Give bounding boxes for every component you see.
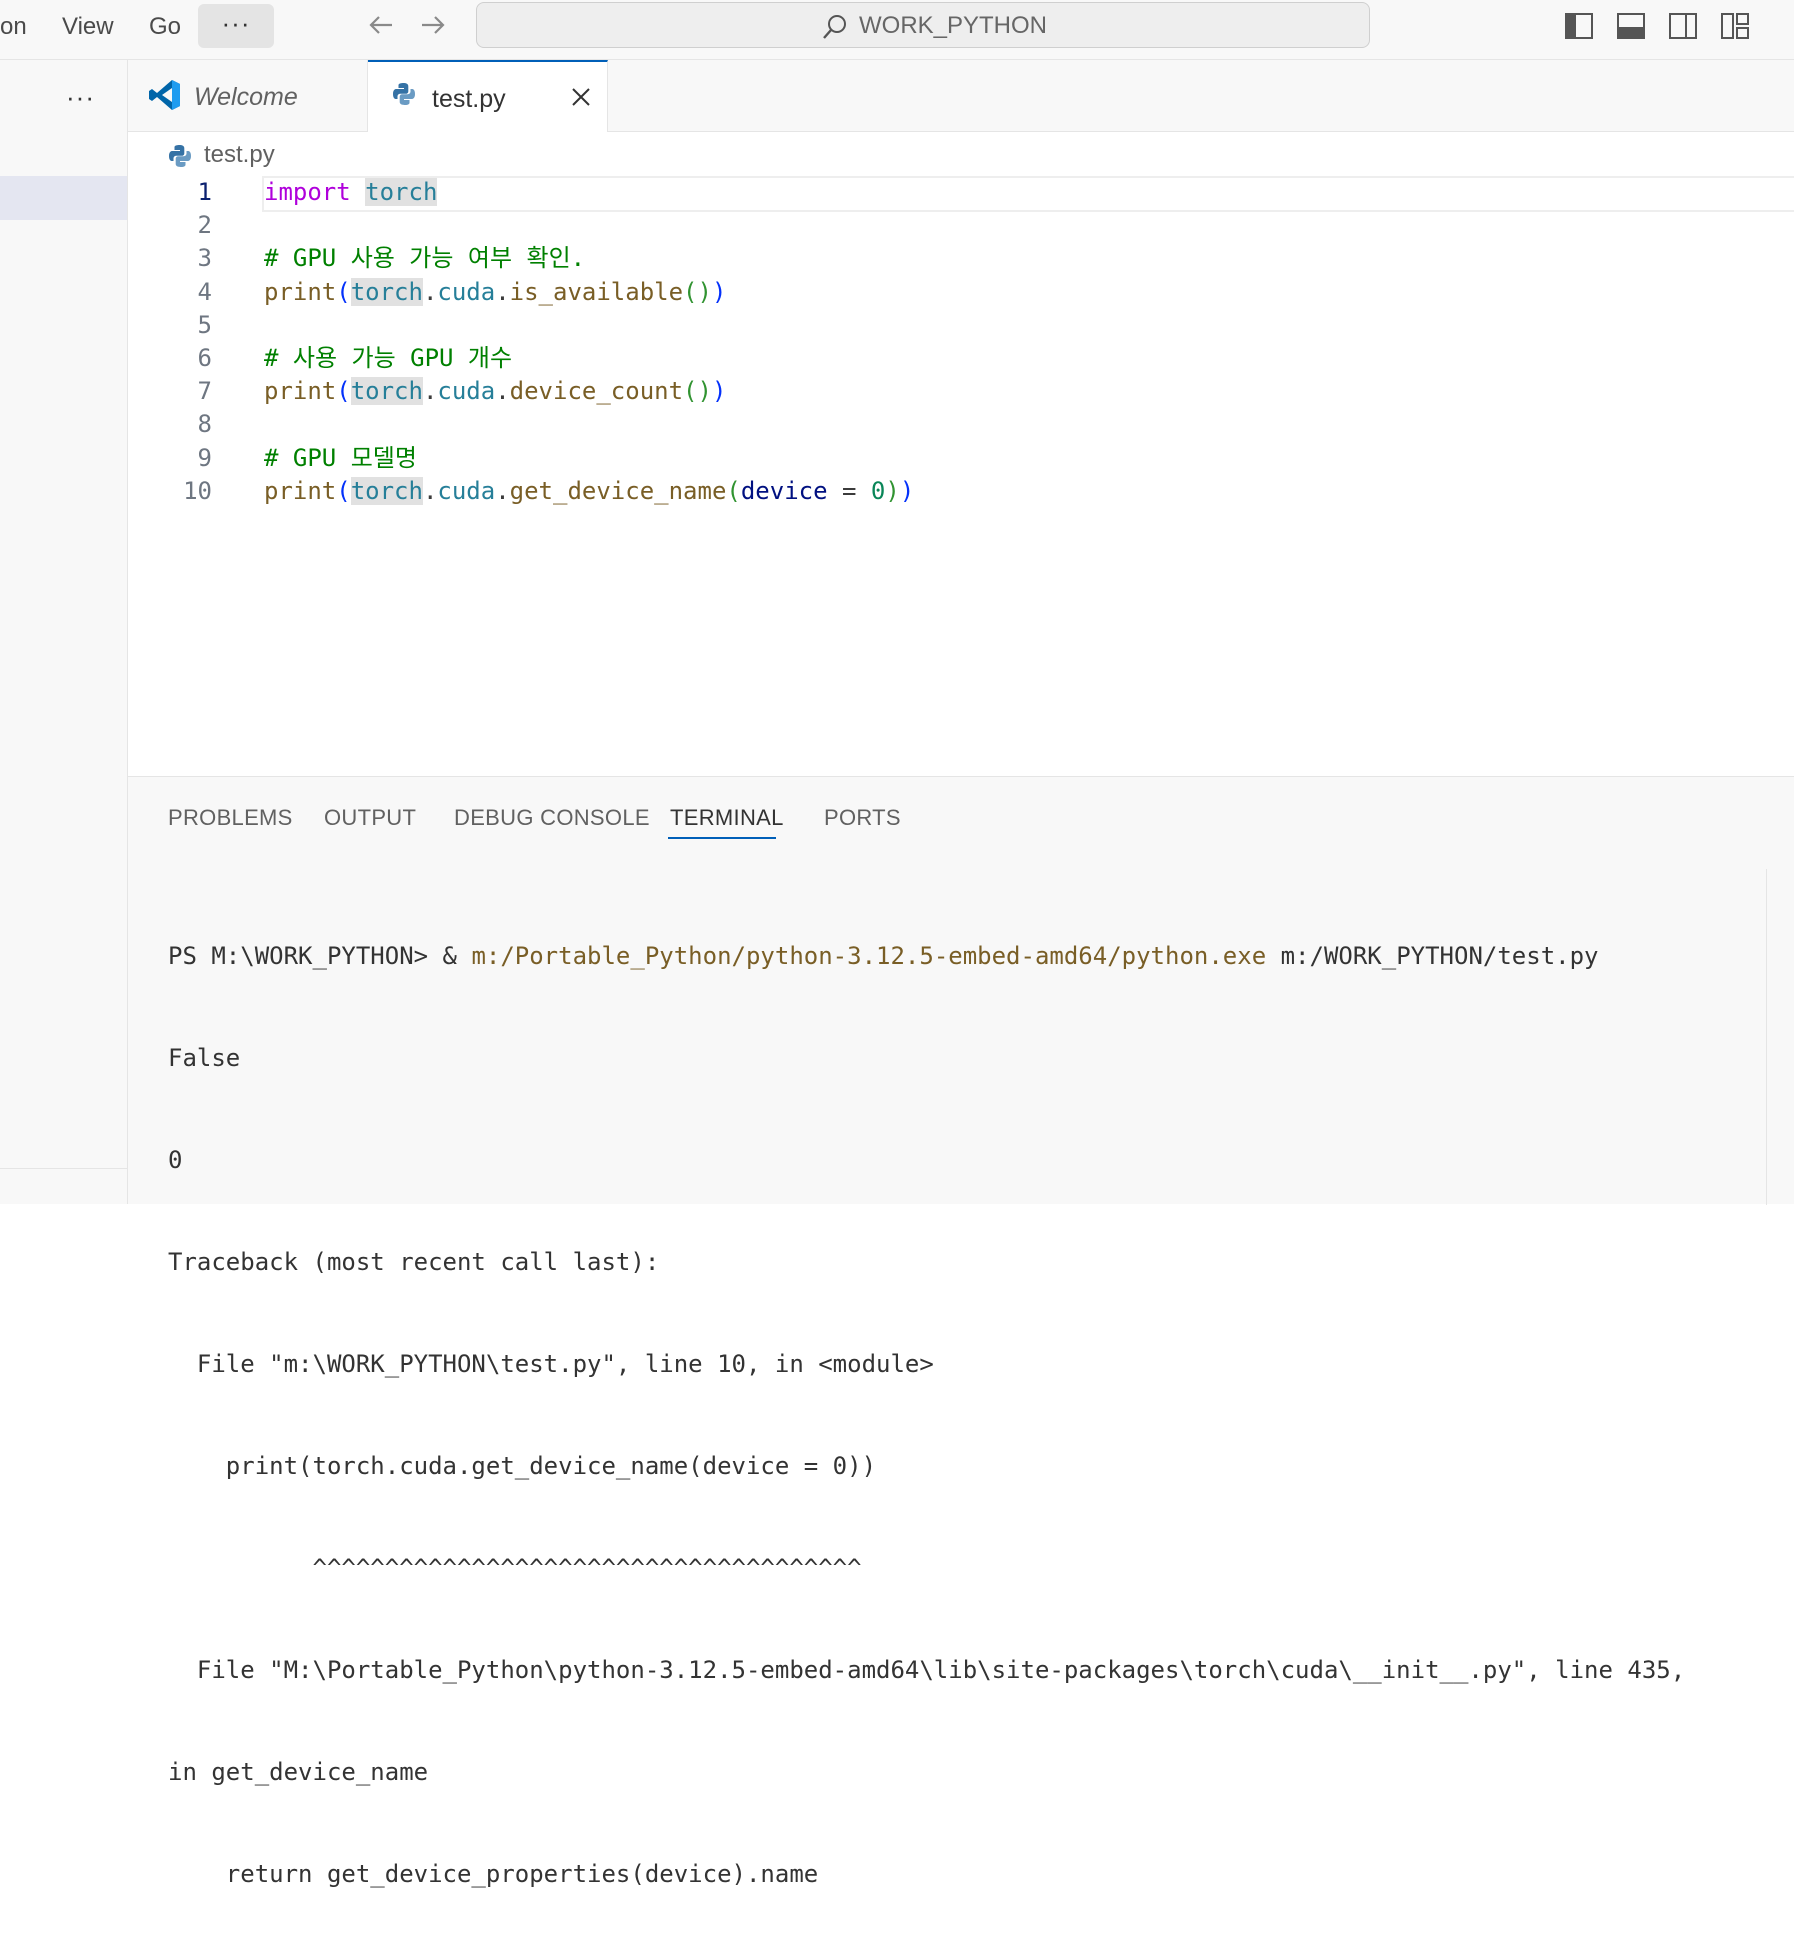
tab-test-py[interactable]: test.py: [368, 60, 608, 132]
tab-welcome-label: Welcome: [194, 83, 298, 111]
bottom-panel: PROBLEMS OUTPUT DEBUG CONSOLE TERMINAL P…: [128, 776, 1794, 1888]
code-text: print(torch.cuda.device_count()): [264, 377, 727, 406]
line-number: 8: [197, 410, 212, 439]
editor-tab-bar: Welcome test.py: [128, 60, 1794, 132]
terminal-scrollbar-track[interactable]: [1766, 869, 1767, 1205]
toggle-secondary-sidebar-icon[interactable]: [1668, 12, 1698, 40]
terminal-prompt: PS M:\WORK_PYTHON> &: [168, 942, 472, 970]
menu-item-go[interactable]: Go: [149, 12, 181, 42]
code-editor[interactable]: 1 import torch 2 3 # GPU 사용 가능 여부 확인. 4 print(…: [128, 176, 1794, 776]
menu-more-button[interactable]: ···: [198, 4, 274, 48]
sidebar-more-button[interactable]: ···: [66, 82, 95, 113]
terminal-line: False: [168, 1044, 241, 1072]
code-text: # GPU 사용 가능 여부 확인.: [264, 244, 586, 273]
forward-arrow-icon[interactable]: [416, 8, 450, 42]
line-number: 5: [197, 310, 212, 339]
panel-tab-debug-console[interactable]: DEBUG CONSOLE: [454, 803, 650, 833]
code-text: # GPU 모델명: [264, 443, 417, 472]
line-number: 6: [197, 344, 212, 372]
terminal-line: ^^^^^^^^^^^^^^^^^^^^^^^^^^^^^^^^^^^^^^: [168, 1554, 862, 1582]
primary-sidebar: ···: [0, 60, 128, 1204]
title-bar: on View Go ··· WORK_PYTHON: [0, 0, 1794, 60]
line-number: 4: [197, 277, 212, 306]
terminal-line: Traceback (most recent call last):: [168, 1248, 660, 1276]
python-file-icon: [169, 145, 191, 167]
menu-item-selection[interactable]: on: [0, 12, 27, 42]
code-text: print(torch.cuda.is_available()): [264, 277, 727, 306]
panel-tab-problems[interactable]: PROBLEMS: [168, 803, 293, 833]
terminal-command-line: PS M:\WORK_PYTHON> & m:/Portable_Python/…: [168, 939, 1748, 973]
line-number: 10: [183, 476, 212, 505]
menu-item-view[interactable]: View: [62, 12, 114, 42]
active-tab-indicator: [668, 837, 776, 839]
toggle-panel-icon[interactable]: [1616, 12, 1646, 40]
panel-tab-terminal[interactable]: TERMINAL: [670, 803, 784, 833]
terminal-line: File "M:\Portable_Python\python-3.12.5-e…: [168, 1656, 1686, 1684]
toggle-primary-sidebar-icon[interactable]: [1564, 12, 1594, 40]
back-arrow-icon[interactable]: [364, 8, 398, 42]
line-number: 1: [197, 178, 212, 206]
tab-test-py-label: test.py: [432, 85, 506, 113]
terminal-line: print(torch.cuda.get_device_name(device …: [168, 1452, 877, 1480]
panel-tab-ports[interactable]: PORTS: [824, 803, 901, 833]
panel-tab-output[interactable]: OUTPUT: [324, 803, 416, 833]
vscode-icon: [149, 80, 180, 110]
terminal-line: in get_device_name: [168, 1758, 429, 1786]
customize-layout-icon[interactable]: [1720, 12, 1750, 40]
tab-welcome[interactable]: Welcome: [128, 60, 368, 131]
code-text: # 사용 가능 GPU 개수: [264, 344, 513, 372]
breadcrumb-file[interactable]: test.py: [204, 140, 275, 170]
line-number: 7: [197, 377, 212, 406]
terminal-output[interactable]: PS M:\WORK_PYTHON> & m:/Portable_Python/…: [168, 871, 1748, 1959]
command-center-label: WORK_PYTHON: [859, 12, 1048, 39]
close-icon[interactable]: [570, 86, 592, 108]
line-number: 2: [197, 211, 212, 240]
terminal-line: File "m:\WORK_PYTHON\test.py", line 10, …: [168, 1350, 934, 1378]
terminal-line: return get_device_properties(device).nam…: [168, 1860, 819, 1888]
line-number: 9: [197, 443, 212, 472]
command-center-search[interactable]: WORK_PYTHON: [476, 2, 1370, 48]
terminal-line: 0: [168, 1146, 183, 1174]
sidebar-selected-item[interactable]: [0, 176, 127, 220]
terminal-args: m:/WORK_PYTHON/test.py: [1266, 942, 1599, 970]
sidebar-divider: [0, 1168, 127, 1169]
code-line[interactable]: 10 print(torch.cuda.get_device_name(devic…: [128, 473, 1794, 511]
python-file-icon: [393, 83, 415, 105]
terminal-exe-path: m:/Portable_Python/python-3.12.5-embed-a…: [471, 942, 1267, 970]
code-text: print(torch.cuda.get_device_name(device …: [264, 476, 915, 505]
search-icon: [823, 15, 846, 39]
line-number: 3: [197, 244, 212, 273]
code-text: import torch: [264, 178, 438, 206]
